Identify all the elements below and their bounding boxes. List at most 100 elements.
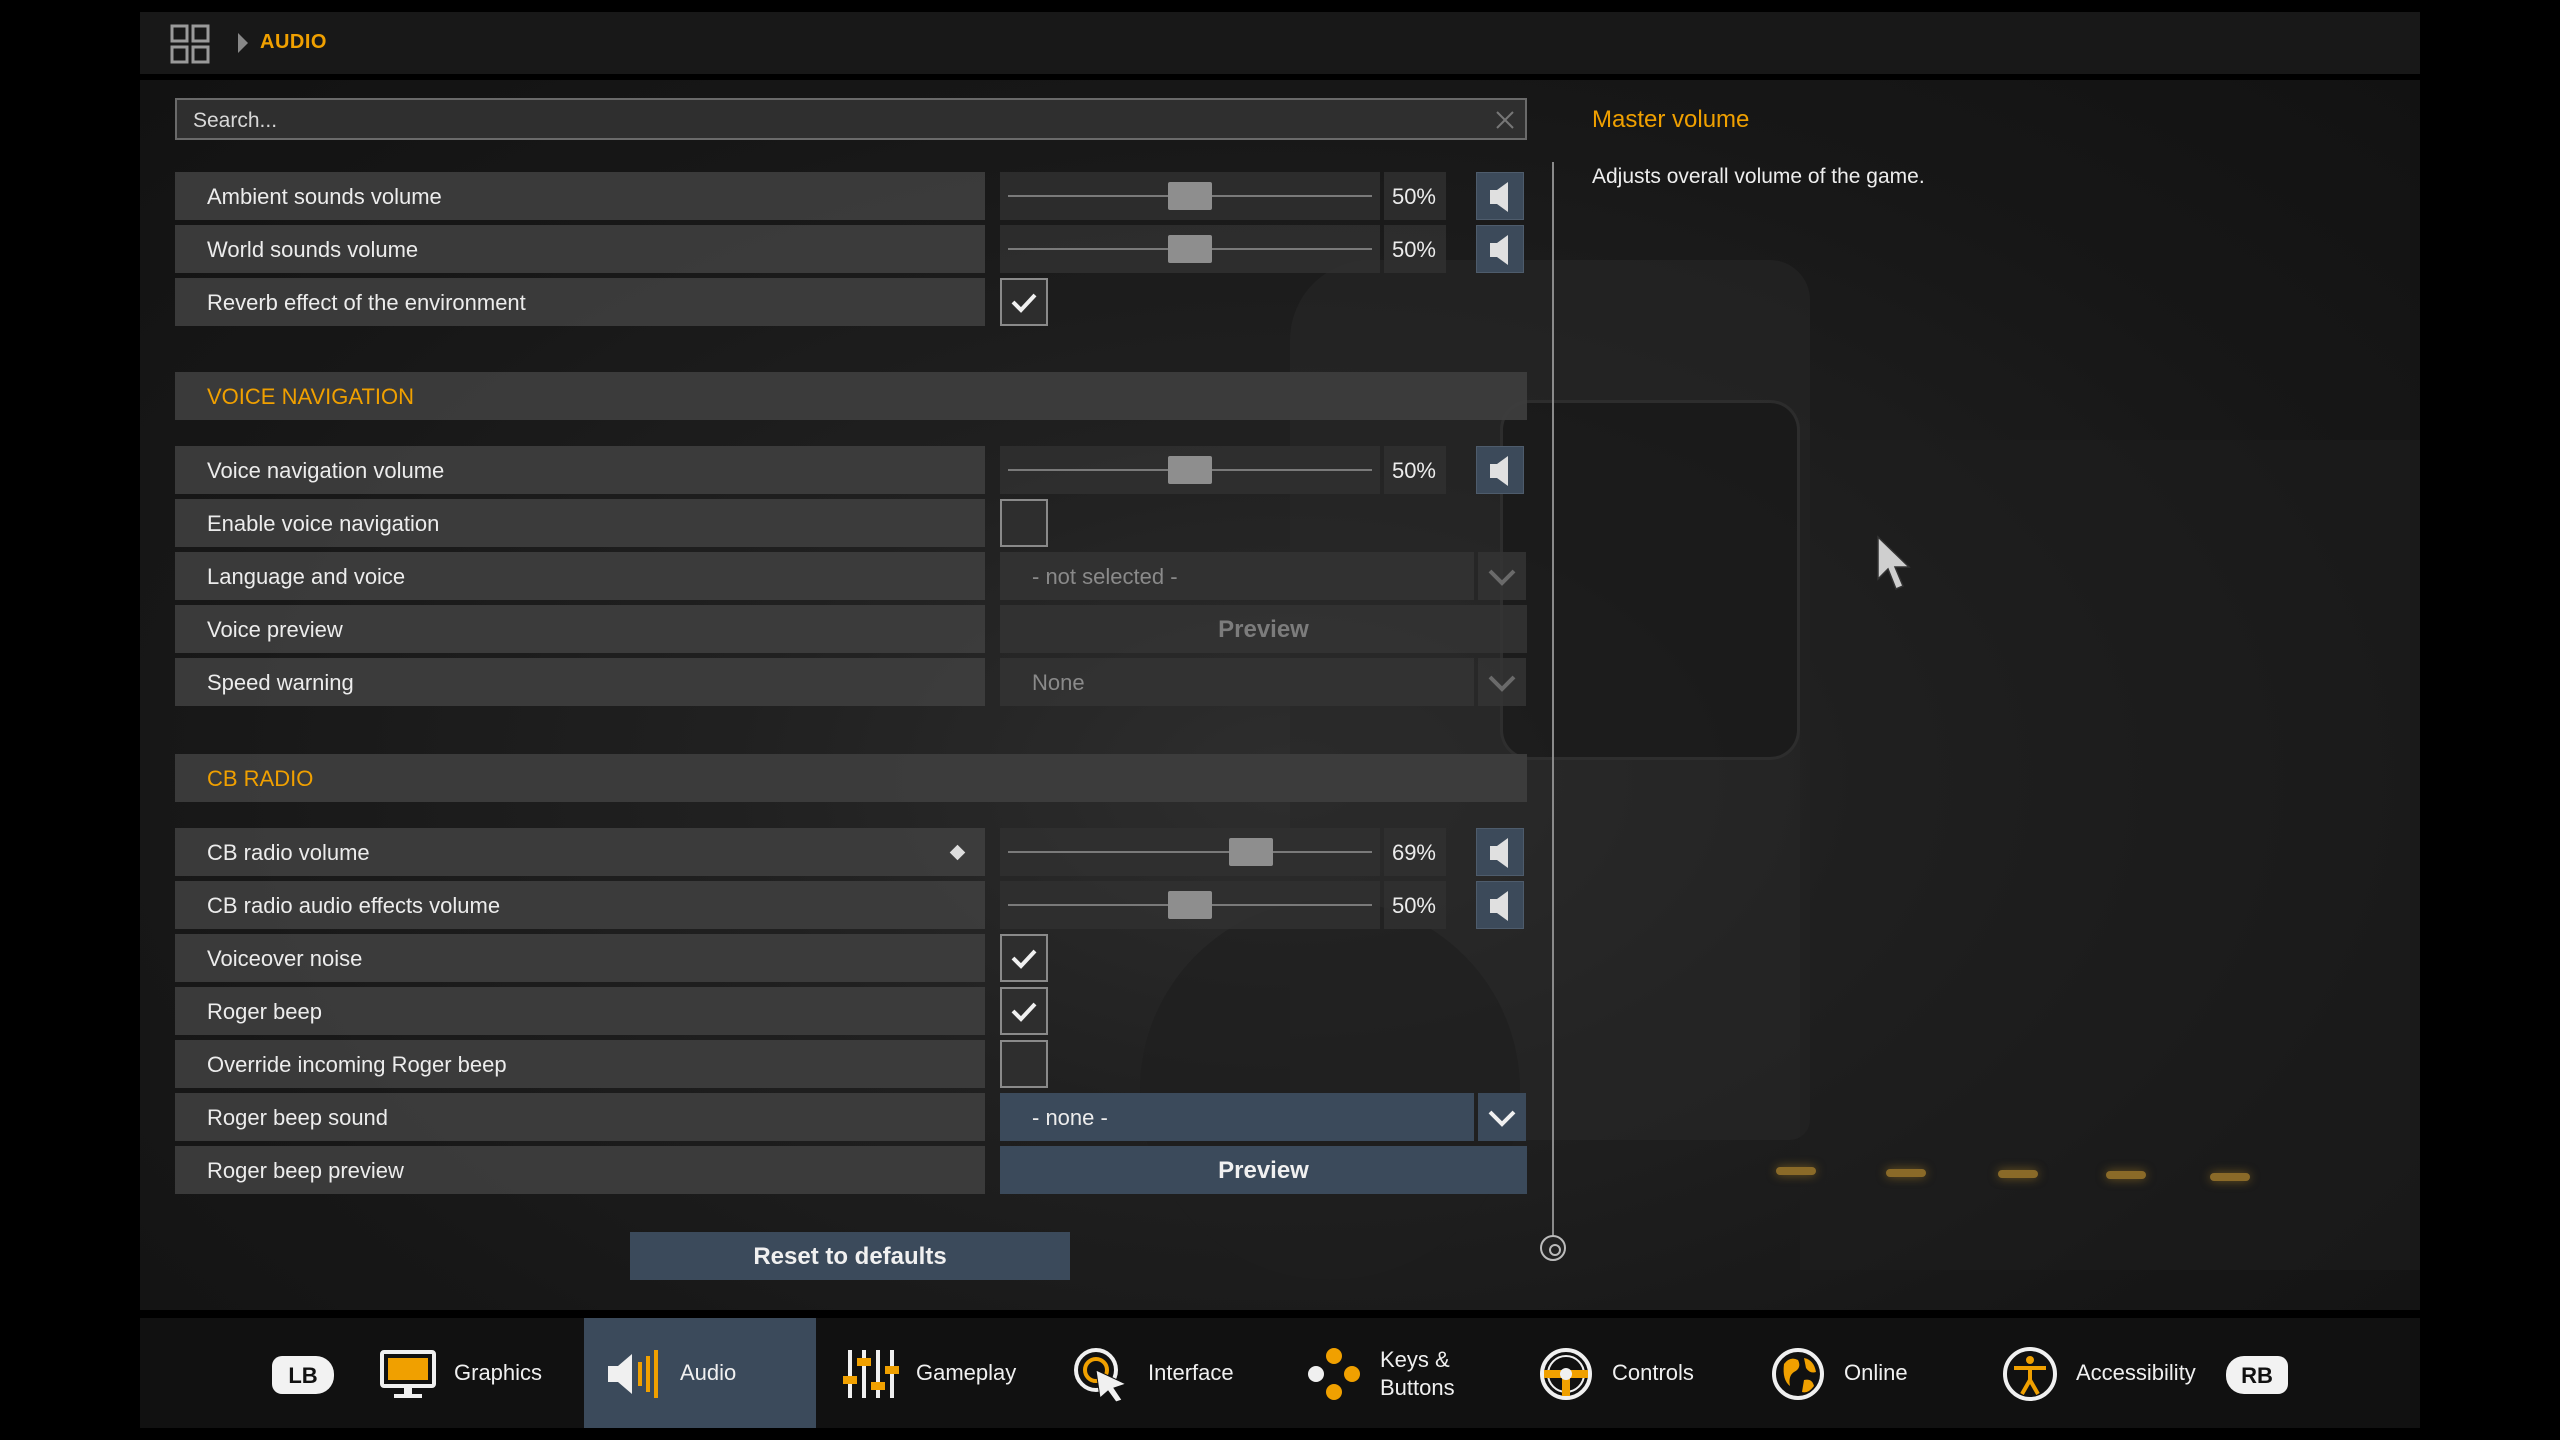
speaker-icon [1490, 891, 1508, 921]
pointer-icon [1074, 1348, 1128, 1402]
ambient-mute-button[interactable] [1476, 172, 1524, 220]
rb-bumper-button[interactable]: RB [2226, 1356, 2288, 1394]
monitor-icon [380, 1350, 436, 1398]
cb-effects-mute-button[interactable] [1476, 881, 1524, 929]
tab-controls[interactable]: Controls [1516, 1318, 1736, 1428]
voice-nav-mute-button[interactable] [1476, 446, 1524, 494]
reset-to-defaults-button[interactable]: Reset to defaults [630, 1232, 1070, 1280]
setting-label-voice-nav-volume: Voice navigation volume [175, 446, 985, 494]
cb-volume-slider[interactable] [1000, 828, 1380, 876]
speed-warning-dropdown[interactable]: None [1000, 658, 1474, 706]
tab-online[interactable]: Online [1748, 1318, 1968, 1428]
tab-keys-buttons-label: Keys & Buttons [1380, 1347, 1455, 1400]
grid-menu-icon[interactable] [170, 24, 210, 64]
sliders-icon [843, 1350, 899, 1398]
language-voice-dropdown-toggle[interactable] [1478, 552, 1526, 600]
chevron-down-icon [1488, 675, 1516, 692]
settings-panel: Search... Ambient sounds volume 50% Worl… [140, 80, 2420, 1310]
top-bar: AUDIO [140, 12, 2420, 74]
clear-search-icon[interactable] [1493, 108, 1517, 132]
speed-warning-dropdown-toggle[interactable] [1478, 658, 1526, 706]
roger-beep-checkbox[interactable] [1000, 987, 1048, 1035]
tab-interface[interactable]: Interface [1052, 1318, 1272, 1428]
slider-thumb[interactable] [1168, 235, 1212, 263]
checkmark-icon [1011, 293, 1037, 313]
setting-label-enable-voice-nav: Enable voice navigation [175, 499, 985, 547]
roger-sound-dropdown-toggle[interactable] [1478, 1093, 1526, 1141]
marker-light [2106, 1171, 2146, 1179]
chevron-down-icon [1488, 569, 1516, 586]
setting-label-voice-preview: Voice preview [175, 605, 985, 653]
chevron-down-icon [1488, 1110, 1516, 1127]
modified-indicator-icon [949, 844, 966, 861]
ambient-volume-slider[interactable] [1000, 172, 1380, 220]
slider-thumb[interactable] [1228, 838, 1273, 866]
roger-preview-button[interactable]: Preview [1000, 1146, 1527, 1194]
description-title: Master volume [1592, 106, 1750, 133]
setting-label-speed-warning: Speed warning [175, 658, 985, 706]
tab-accessibility[interactable]: Accessibility [1980, 1318, 2240, 1428]
slider-thumb[interactable] [1168, 456, 1212, 484]
cb-volume-value: 69% [1384, 828, 1446, 876]
section-header-voice-navigation: VOICE NAVIGATION [175, 372, 1527, 420]
bottom-navigation: LB Graphics Audio Gameplay Interface Key… [140, 1318, 2420, 1428]
marker-light [1998, 1170, 2038, 1178]
background-truck-wheel [1140, 900, 1520, 1280]
world-volume-slider[interactable] [1000, 225, 1380, 273]
cb-effects-slider[interactable] [1000, 881, 1380, 929]
marker-light [2210, 1173, 2250, 1181]
setting-label-ambient-sounds: Ambient sounds volume [175, 172, 985, 220]
world-mute-button[interactable] [1476, 225, 1524, 273]
tab-keys-buttons[interactable]: Keys & Buttons [1284, 1318, 1504, 1428]
background-truck-window [1500, 400, 1800, 760]
steering-wheel-icon [1540, 1348, 1592, 1400]
checkmark-icon [1011, 1002, 1037, 1022]
speaker-icon [1490, 456, 1508, 486]
speaker-icon [1490, 838, 1508, 868]
voice-nav-volume-slider[interactable] [1000, 446, 1380, 494]
voice-preview-button[interactable]: Preview [1000, 605, 1527, 653]
buttons-icon [1308, 1348, 1360, 1400]
roger-sound-dropdown[interactable]: - none - [1000, 1093, 1474, 1141]
language-voice-dropdown[interactable]: - not selected - [1000, 552, 1474, 600]
override-roger-checkbox[interactable] [1000, 1040, 1048, 1088]
setting-label-roger-sound: Roger beep sound [175, 1093, 985, 1141]
marker-light [1886, 1169, 1926, 1177]
voice-nav-volume-value: 50% [1384, 446, 1446, 494]
cb-effects-value: 50% [1384, 881, 1446, 929]
slider-thumb[interactable] [1168, 182, 1212, 210]
setting-label-cb-effects: CB radio audio effects volume [175, 881, 985, 929]
scrollbar-handle-icon[interactable] [1540, 1235, 1566, 1261]
scrollbar-track[interactable] [1552, 162, 1554, 1247]
setting-label-cb-volume: CB radio volume [175, 828, 985, 876]
tab-gameplay[interactable]: Gameplay [820, 1318, 1040, 1428]
speaker-icon [608, 1350, 658, 1398]
globe-icon [1772, 1348, 1824, 1400]
ambient-volume-value: 50% [1384, 172, 1446, 220]
search-placeholder: Search... [193, 109, 278, 132]
accessibility-icon [2003, 1347, 2057, 1401]
tab-audio[interactable]: Audio [584, 1318, 816, 1428]
description-text: Adjusts overall volume of the game. [1592, 165, 1925, 188]
setting-label-reverb: Reverb effect of the environment [175, 278, 985, 326]
enable-voice-nav-checkbox[interactable] [1000, 499, 1048, 547]
checkmark-icon [1011, 949, 1037, 969]
voiceover-noise-checkbox[interactable] [1000, 934, 1048, 982]
cb-mute-button[interactable] [1476, 828, 1524, 876]
breadcrumb-arrow-icon [238, 33, 248, 53]
slider-thumb[interactable] [1168, 891, 1212, 919]
setting-label-roger-preview: Roger beep preview [175, 1146, 985, 1194]
marker-light [1776, 1167, 1816, 1175]
reverb-checkbox[interactable] [1000, 278, 1048, 326]
search-input[interactable]: Search... [175, 98, 1527, 140]
setting-label-override-roger: Override incoming Roger beep [175, 1040, 985, 1088]
lb-bumper-button[interactable]: LB [272, 1356, 334, 1394]
speaker-icon [1490, 235, 1508, 265]
mouse-cursor-icon [1877, 535, 1911, 590]
tab-graphics[interactable]: Graphics [358, 1318, 578, 1428]
section-header-cb-radio: CB RADIO [175, 754, 1527, 802]
speaker-icon [1490, 182, 1508, 212]
setting-label-roger-beep: Roger beep [175, 987, 985, 1035]
setting-label-world-sounds: World sounds volume [175, 225, 985, 273]
setting-label-voiceover-noise: Voiceover noise [175, 934, 985, 982]
